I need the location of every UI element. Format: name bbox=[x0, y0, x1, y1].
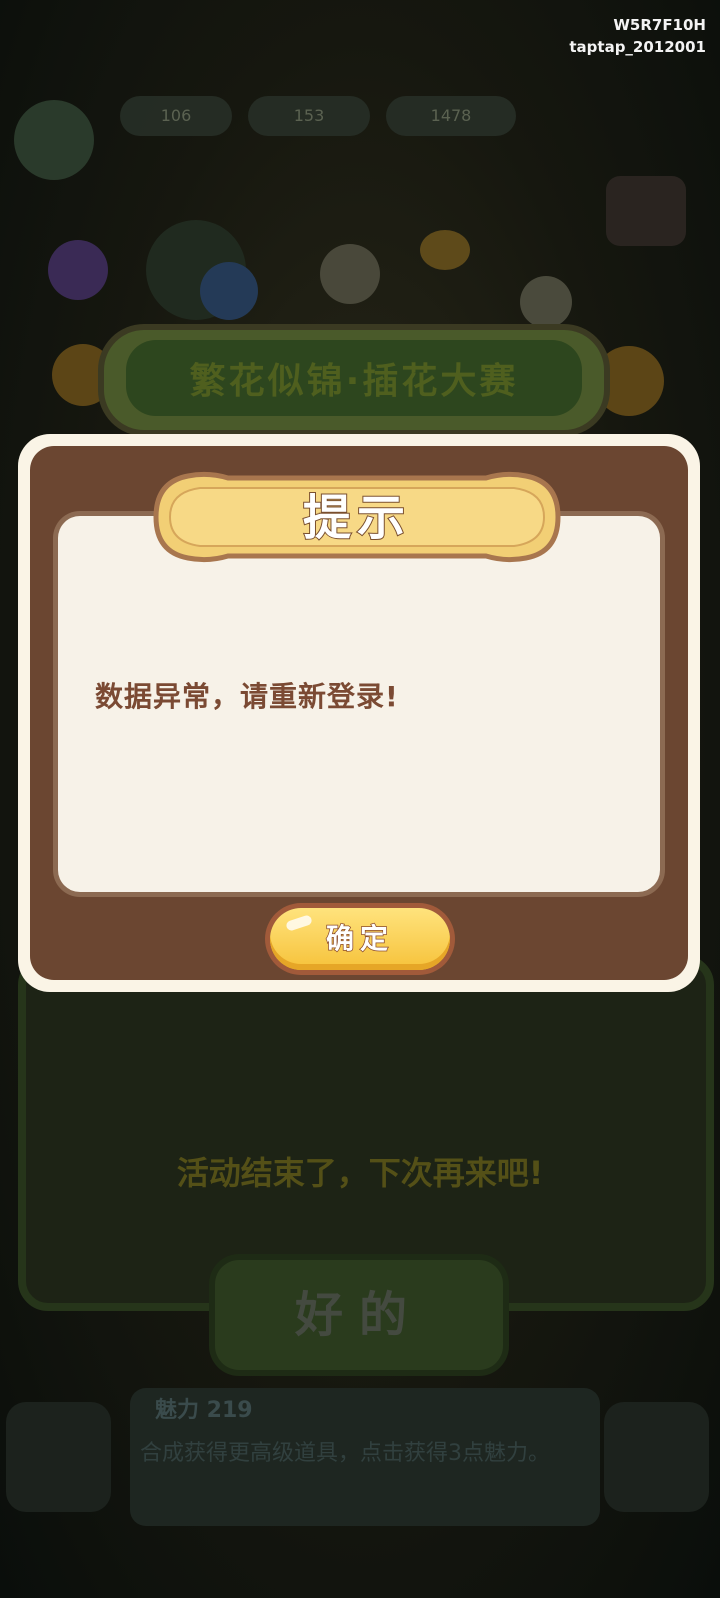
flower-decoration bbox=[48, 240, 108, 300]
flower-decoration bbox=[320, 244, 380, 304]
map-icon bbox=[604, 1402, 709, 1512]
avatar-icon bbox=[14, 100, 94, 180]
tip-text: 合成获得更高级道具，点击获得3点魅力。 bbox=[140, 1441, 550, 1466]
build-watermark: W5R7F10H taptap_2012001 bbox=[569, 14, 706, 58]
backpack-icon bbox=[6, 1402, 111, 1512]
watermark-id: W5R7F10H bbox=[613, 16, 706, 34]
currency-gems: 153 bbox=[248, 96, 370, 136]
ok-button: 好的 bbox=[215, 1260, 503, 1370]
flower-decoration bbox=[520, 276, 572, 328]
flower-decoration bbox=[594, 346, 664, 416]
event-banner-title: 繁花似锦·插花大赛 bbox=[189, 361, 519, 402]
currency-gold: 106 bbox=[120, 96, 232, 136]
shop-icon bbox=[606, 176, 686, 246]
event-panel bbox=[18, 955, 714, 1311]
currency-energy: 1478 bbox=[386, 96, 516, 136]
dialog-message: 数据异常，请重新登录! bbox=[95, 680, 399, 713]
flower-decoration bbox=[420, 230, 470, 270]
watermark-channel: taptap_2012001 bbox=[569, 38, 706, 56]
event-ended-message: 活动结束了，下次再来吧! bbox=[176, 1154, 544, 1192]
dialog-title: 提示 bbox=[302, 489, 411, 547]
flower-decoration bbox=[200, 262, 258, 320]
tip-title: 魅力 219 bbox=[155, 1398, 253, 1423]
